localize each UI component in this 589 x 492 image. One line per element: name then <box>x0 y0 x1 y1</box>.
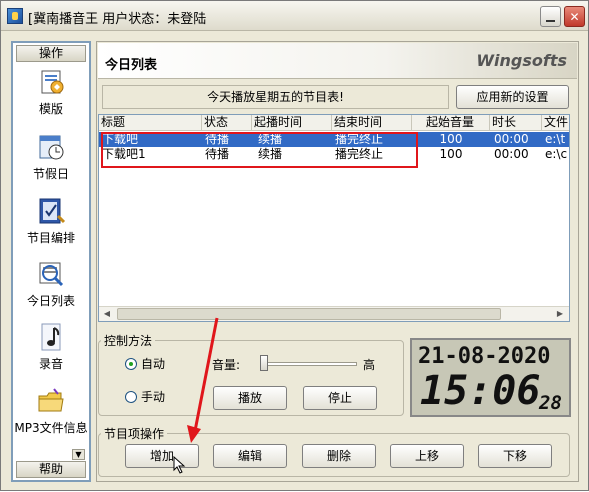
scroll-left-icon[interactable]: ◀ <box>100 308 114 320</box>
app-icon <box>7 8 23 24</box>
delete-button[interactable]: 删除 <box>302 444 376 468</box>
sidebar-item-label: MP3文件信息 <box>14 421 88 435</box>
close-button[interactable]: ✕ <box>564 6 585 27</box>
manual-radio-label: 手动 <box>141 390 166 404</box>
highlight-box <box>101 132 418 168</box>
sidebar-item-holiday[interactable]: 节假日 <box>13 132 89 182</box>
column-header[interactable]: 起播时间 <box>252 115 332 131</box>
play-button[interactable]: 播放 <box>213 386 287 410</box>
cursor-icon <box>173 456 186 474</box>
column-header[interactable]: 结束时间 <box>332 115 412 131</box>
program-edit-icon <box>36 196 66 226</box>
auto-radio-icon <box>125 358 137 370</box>
clock-date: 21-08-2020 <box>418 344 551 369</box>
column-header[interactable]: 标题 <box>99 115 202 131</box>
scroll-thumb[interactable] <box>117 308 501 320</box>
cell-duration: 00:00 <box>494 147 529 161</box>
sidebar-item-label: 录音 <box>38 357 63 371</box>
volume-high-label: 高 <box>363 358 376 372</box>
holiday-clock-icon <box>36 132 66 162</box>
sidebar-item-record[interactable]: 录音 <box>13 322 89 372</box>
template-icon <box>36 67 66 97</box>
volume-slider-thumb[interactable] <box>260 355 268 371</box>
manual-radio-icon <box>125 391 137 403</box>
auto-radio-label: 自动 <box>141 357 166 371</box>
today-list-icon <box>36 259 66 289</box>
column-header[interactable]: 状态 <box>202 115 252 131</box>
folder-icon <box>36 386 66 416</box>
cell-volume: 100 <box>439 147 463 161</box>
sidebar-scroll-down[interactable]: ▼ <box>72 449 85 460</box>
sidebar-item-label: 今日列表 <box>26 294 75 308</box>
table-header: 标题 状态 起播时间 结束时间 起始音量 时长 文件 <box>99 115 569 131</box>
sidebar-item-mp3-info[interactable]: MP3文件信息 <box>13 386 89 436</box>
sidebar-footer[interactable]: 帮助 <box>16 461 86 478</box>
minimize-icon <box>546 19 555 22</box>
main-header: 今日列表 Wingsofts <box>98 43 577 79</box>
program-ops-legend: 节目项操作 <box>101 425 168 442</box>
sidebar-item-program-edit[interactable]: 节目编排 <box>13 196 89 246</box>
cell-volume: 100 <box>439 132 463 146</box>
brand-logo: Wingsofts <box>476 51 567 70</box>
sidebar-item-label: 节假日 <box>32 167 69 181</box>
control-legend: 控制方法 <box>101 332 156 349</box>
music-note-icon <box>36 322 66 352</box>
sidebar: 操作 模版 节假日 节目编排 今日列表 录音 MP3文件信息 ▼ 帮助 <box>11 41 91 482</box>
clock-time: 15:06 <box>420 368 541 414</box>
sidebar-item-label: 模版 <box>38 102 63 116</box>
sidebar-item-today-list[interactable]: 今日列表 <box>13 259 89 309</box>
sidebar-item-template[interactable]: 模版 <box>13 67 89 117</box>
sidebar-header[interactable]: 操作 <box>16 45 86 62</box>
close-icon: ✕ <box>569 9 580 24</box>
apply-settings-button[interactable]: 应用新的设置 <box>456 85 569 109</box>
sidebar-item-label: 节目编排 <box>26 231 75 245</box>
schedule-notice: 今天播放星期五的节目表! <box>102 85 449 109</box>
move-up-button[interactable]: 上移 <box>390 444 464 468</box>
manual-radio[interactable]: 手动 <box>125 390 165 404</box>
cell-file: e:\c <box>545 147 568 161</box>
clock-seconds: 28 <box>539 392 562 414</box>
auto-radio[interactable]: 自动 <box>125 357 165 371</box>
column-header[interactable]: 文件 <box>542 115 569 131</box>
column-header[interactable]: 时长 <box>490 115 542 131</box>
add-button[interactable]: 增加 <box>125 444 199 468</box>
digital-clock: 21-08-2020 15:06 28 <box>410 338 571 417</box>
table-hscrollbar[interactable]: ◀ ▶ <box>99 306 569 321</box>
volume-label: 音量: <box>212 358 241 372</box>
page-title: 今日列表 <box>105 58 158 73</box>
stop-button[interactable]: 停止 <box>303 386 377 410</box>
volume-slider-track[interactable] <box>262 362 357 366</box>
window-title: [冀南播音王 用户状态：未登陆 <box>28 12 207 27</box>
column-header[interactable]: 起始音量 <box>412 115 490 131</box>
title-bar: [冀南播音王 用户状态：未登陆 ✕ <box>1 1 588 31</box>
edit-button[interactable]: 编辑 <box>213 444 287 468</box>
cell-file: e:\t <box>545 132 566 146</box>
cell-duration: 00:00 <box>494 132 529 146</box>
scroll-right-icon[interactable]: ▶ <box>553 308 567 320</box>
app-window: [冀南播音王 用户状态：未登陆 ✕ 操作 模版 节假日 节目编排 今日列表 录音… <box>0 0 589 491</box>
minimize-button[interactable] <box>540 6 561 27</box>
move-down-button[interactable]: 下移 <box>478 444 552 468</box>
